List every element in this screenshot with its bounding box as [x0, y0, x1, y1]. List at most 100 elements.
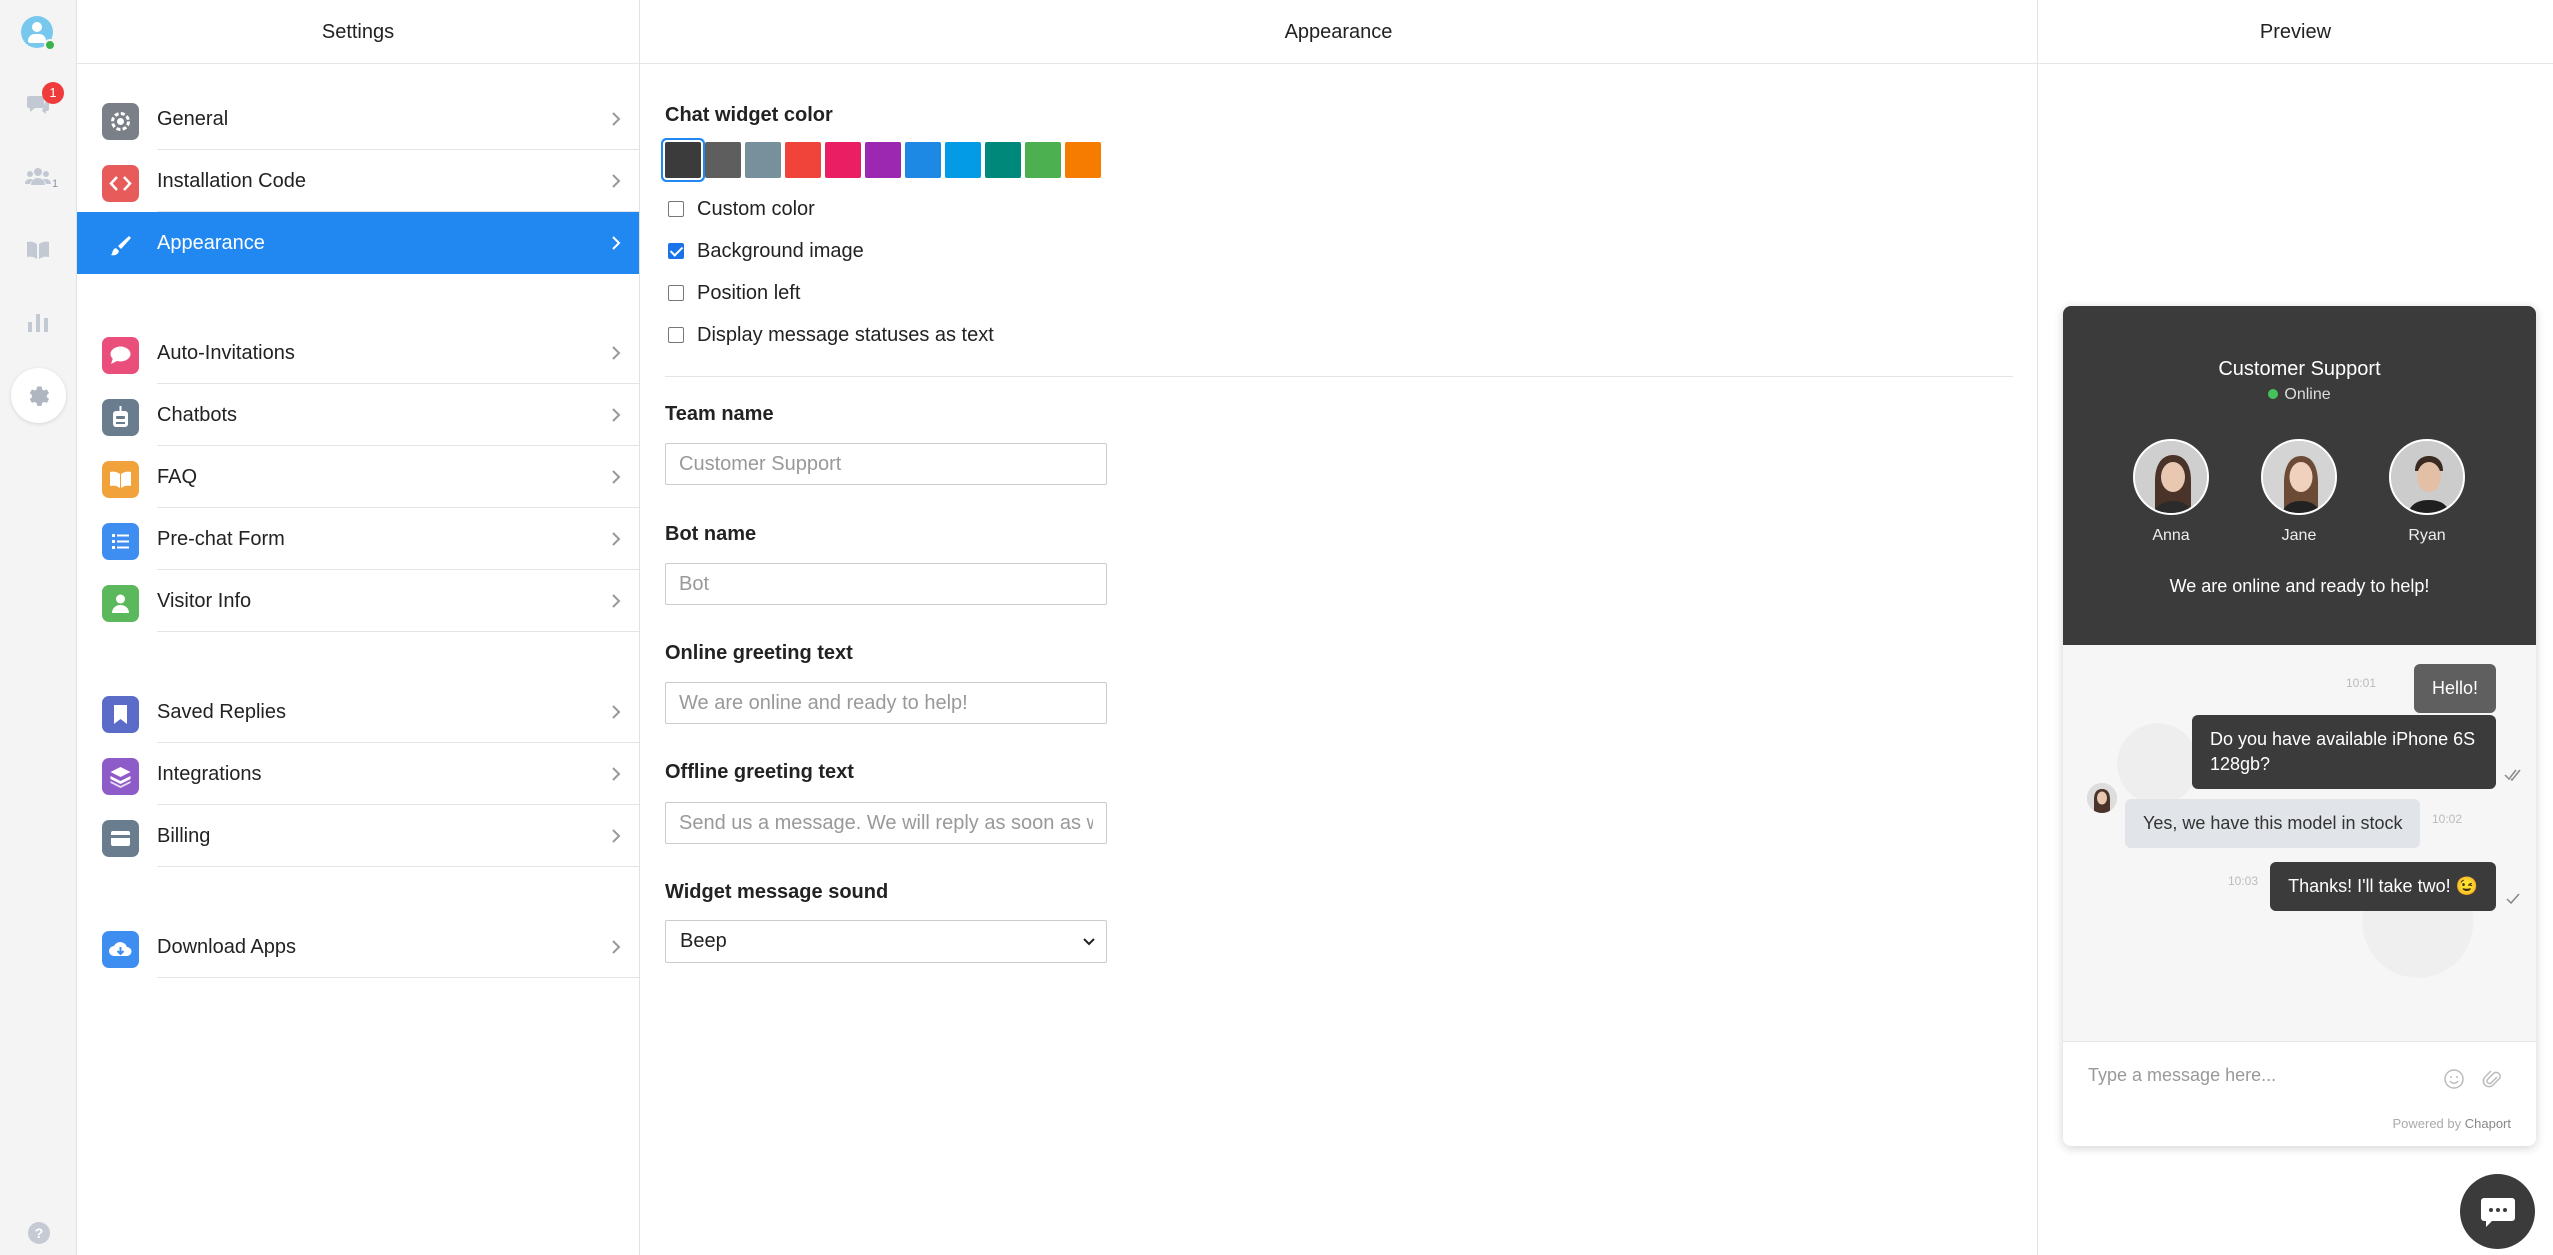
- checkbox-label: Display message statuses as text: [697, 323, 994, 346]
- menu-item-pre-chat-form[interactable]: Pre-chat Form: [77, 508, 639, 570]
- checkbox-box[interactable]: [668, 243, 684, 259]
- chat-launcher-button[interactable]: [2460, 1174, 2535, 1249]
- chevron-down-icon: [1083, 938, 1095, 946]
- section-divider: [665, 376, 2013, 377]
- knowledge-base-icon[interactable]: [24, 236, 52, 264]
- message-input-placeholder[interactable]: Type a message here...: [2088, 1065, 2276, 1086]
- online-status-dot: [44, 39, 56, 51]
- cloud-download-icon: [102, 931, 139, 968]
- paperclip-icon[interactable]: [2481, 1068, 2503, 1090]
- swatch-red[interactable]: [785, 142, 821, 178]
- menu-item-installation-code[interactable]: Installation Code: [77, 150, 639, 212]
- list-icon: [102, 523, 139, 560]
- bot-name-label: Bot name: [665, 523, 757, 545]
- menu-item-billing[interactable]: Billing: [77, 805, 639, 867]
- settings-header: Settings: [77, 0, 639, 64]
- swatch-orange[interactable]: [1065, 142, 1101, 178]
- team-icon[interactable]: [24, 163, 52, 191]
- avatar: [2389, 439, 2465, 515]
- swatch-pink[interactable]: [825, 142, 861, 178]
- message-bubble-outgoing: Hello!: [2413, 664, 2496, 713]
- chevron-right-icon: [612, 705, 621, 719]
- powered-brand-link[interactable]: Chaport: [2465, 1116, 2511, 1131]
- settings-panel: Settings General Installation Code Appea…: [77, 0, 640, 1255]
- preview-header: Preview: [2038, 0, 2553, 64]
- layers-icon: [102, 758, 139, 795]
- avatar: [2133, 439, 2209, 515]
- chevron-right-icon: [612, 829, 621, 843]
- chevron-right-icon: [612, 174, 621, 188]
- offline-greeting-label: Offline greeting text: [665, 761, 854, 783]
- widget-sound-select[interactable]: Beep: [665, 920, 1107, 963]
- avatar: [2261, 439, 2337, 515]
- swatch-blue[interactable]: [905, 142, 941, 178]
- menu-item-appearance[interactable]: Appearance: [77, 212, 639, 274]
- message-statuses-checkbox[interactable]: Display message statuses as text: [668, 321, 994, 349]
- code-icon: [102, 165, 139, 202]
- message-bubble-outgoing: Thanks! I'll take two! 😉: [2270, 862, 2496, 911]
- menu-item-chatbots[interactable]: Chatbots: [77, 384, 639, 446]
- gear-icon: [29, 386, 50, 406]
- checkbox-label: Position left: [697, 281, 801, 304]
- menu-item-label: Pre-chat Form: [157, 528, 285, 550]
- checkbox-box[interactable]: [668, 201, 684, 217]
- online-greeting-label: Online greeting text: [665, 642, 853, 664]
- bot-name-input[interactable]: [665, 563, 1107, 605]
- chat-bubble-icon: [2481, 1198, 2515, 1227]
- team-count: 1: [52, 178, 59, 190]
- menu-item-label: Appearance: [157, 232, 265, 254]
- emoji-icon[interactable]: [2443, 1068, 2465, 1090]
- checkbox-box[interactable]: [668, 327, 684, 343]
- powered-by: Powered by Chaport: [2392, 1116, 2511, 1131]
- widget-header: Customer Support Online Anna Jane Ryan W…: [2063, 306, 2536, 645]
- menu-item-saved-replies[interactable]: Saved Replies: [77, 681, 639, 743]
- chevron-right-icon: [612, 940, 621, 954]
- chats-badge: 1: [42, 82, 64, 104]
- swatch-teal[interactable]: [985, 142, 1021, 178]
- help-button[interactable]: ?: [28, 1222, 50, 1244]
- chevron-right-icon: [612, 594, 621, 608]
- swatch-purple[interactable]: [865, 142, 901, 178]
- menu-item-faq[interactable]: FAQ: [77, 446, 639, 508]
- menu-item-download-apps[interactable]: Download Apps: [77, 916, 639, 978]
- user-avatar[interactable]: [21, 16, 56, 51]
- menu-item-general[interactable]: General: [77, 88, 639, 150]
- check-icon: [2506, 893, 2520, 905]
- swatch-light-blue[interactable]: [945, 142, 981, 178]
- checkbox-box[interactable]: [668, 285, 684, 301]
- widget-sound-label: Widget message sound: [665, 881, 889, 903]
- analytics-icon[interactable]: [24, 308, 52, 336]
- custom-color-checkbox[interactable]: Custom color: [668, 195, 815, 223]
- chevron-right-icon: [612, 470, 621, 484]
- swatch-dark-grey[interactable]: [665, 142, 701, 178]
- background-image-checkbox[interactable]: Background image: [668, 237, 864, 265]
- online-greeting-input[interactable]: [665, 682, 1107, 724]
- swatch-blue-grey[interactable]: [745, 142, 781, 178]
- menu-item-label: FAQ: [157, 466, 198, 488]
- settings-rail-button[interactable]: [11, 368, 66, 423]
- swatch-grey[interactable]: [705, 142, 741, 178]
- menu-item-label: Installation Code: [157, 170, 306, 192]
- menu-item-visitor-info[interactable]: Visitor Info: [77, 570, 639, 632]
- chevron-right-icon: [612, 532, 621, 546]
- checkbox-label: Background image: [697, 239, 864, 262]
- widget-title: Customer Support: [2218, 358, 2381, 380]
- speech-bubble-icon: [102, 337, 139, 374]
- menu-item-label: Download Apps: [157, 936, 296, 958]
- position-left-checkbox[interactable]: Position left: [668, 279, 800, 307]
- menu-item-label: Billing: [157, 825, 211, 847]
- offline-greeting-input[interactable]: [665, 802, 1107, 844]
- menu-item-auto-invitations[interactable]: Auto-Invitations: [77, 322, 639, 384]
- menu-item-integrations[interactable]: Integrations: [77, 743, 639, 805]
- message-bubble-incoming: Yes, we have this model in stock: [2125, 799, 2421, 848]
- agent-mini-avatar: [2087, 783, 2117, 813]
- select-value: Beep: [680, 930, 727, 952]
- agent-name: Ryan: [2408, 527, 2446, 544]
- chevron-right-icon: [612, 346, 621, 360]
- person-icon: [102, 585, 139, 622]
- swatch-green[interactable]: [1025, 142, 1061, 178]
- team-name-input[interactable]: [665, 443, 1107, 485]
- menu-item-label: Auto-Invitations: [157, 342, 295, 364]
- robot-icon: [102, 399, 139, 436]
- bookmark-icon: [102, 696, 139, 733]
